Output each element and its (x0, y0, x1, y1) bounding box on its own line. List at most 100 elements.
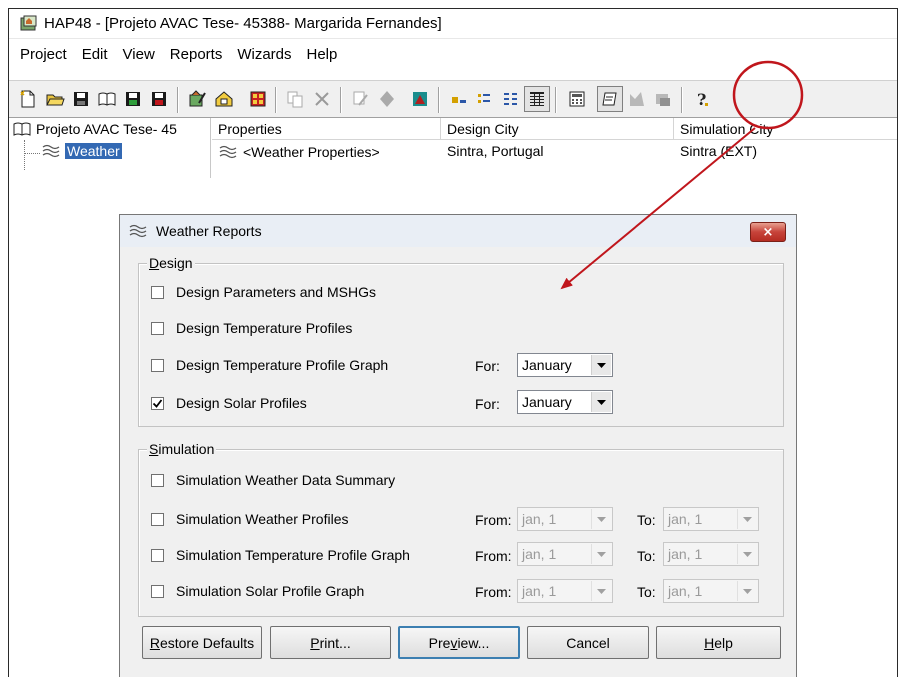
tree-root-item[interactable]: Projeto AVAC Tese- 45 (13, 121, 177, 137)
temperature-graph-from-select[interactable]: jan, 1 (517, 542, 613, 566)
toolbar: ? (9, 80, 897, 118)
checkbox-box[interactable] (151, 548, 164, 562)
toolbar-separator (438, 87, 440, 113)
list-view-icon[interactable] (498, 86, 524, 112)
checkbox-label: Design Temperature Profiles (176, 320, 353, 336)
menu-edit[interactable]: Edit (82, 46, 108, 63)
view-report-icon[interactable] (650, 86, 676, 112)
menu-reports[interactable]: Reports (170, 46, 223, 63)
large-icons-icon[interactable] (446, 86, 472, 112)
tree-item-weather[interactable]: Weather (41, 142, 122, 160)
system-design-icon[interactable] (407, 86, 433, 112)
checkbox-box[interactable] (151, 321, 164, 335)
save-icon[interactable] (68, 86, 94, 112)
copy-icon[interactable] (282, 86, 308, 112)
checkbox-box[interactable] (151, 396, 164, 410)
menu-wizards[interactable]: Wizards (237, 46, 291, 63)
print-button[interactable]: Print... (270, 626, 391, 659)
for-label: For: (475, 358, 500, 374)
checkbox-box[interactable] (151, 512, 164, 526)
simulation-weather-profiles-checkbox[interactable]: Simulation Weather Profiles (151, 511, 348, 527)
details-view-icon[interactable] (524, 86, 550, 112)
combo-value: jan, 1 (522, 583, 557, 599)
edit-item-icon[interactable] (184, 86, 210, 112)
to-label: To: (637, 548, 656, 564)
book-icon (13, 122, 31, 136)
chevron-down-icon[interactable] (737, 544, 757, 564)
checkbox-label: Design Temperature Profile Graph (176, 357, 389, 373)
design-temperature-profiles-checkbox[interactable]: Design Temperature Profiles (151, 320, 352, 336)
dialog-title: Weather Reports (156, 223, 262, 239)
chevron-down-icon[interactable] (591, 544, 611, 564)
open-project-icon[interactable] (42, 86, 68, 112)
checkbox-box[interactable] (151, 584, 164, 598)
column-header-design-city[interactable]: Design City (441, 118, 674, 140)
simulation-solar-profile-graph-checkbox[interactable]: Simulation Solar Profile Graph (151, 583, 364, 599)
checkbox-box[interactable] (151, 285, 164, 299)
close-button[interactable]: × (750, 222, 786, 242)
menu-help[interactable]: Help (307, 46, 338, 63)
solar-graph-to-select[interactable]: jan, 1 (663, 579, 759, 603)
chevron-down-icon[interactable] (737, 581, 757, 601)
menu-view[interactable]: View (123, 46, 155, 63)
toolbar-separator (681, 87, 683, 113)
combo-value: January (522, 394, 572, 410)
solar-graph-from-select[interactable]: jan, 1 (517, 579, 613, 603)
window-title: HAP48 - [Projeto AVAC Tese- 45388- Marga… (44, 15, 442, 32)
tree-root-label: Projeto AVAC Tese- 45 (36, 121, 177, 137)
print-report-icon[interactable] (597, 86, 623, 112)
for-label: For: (475, 396, 500, 412)
new-project-icon[interactable] (15, 86, 41, 112)
checkbox-box[interactable] (151, 473, 164, 487)
column-header-properties[interactable]: Properties (212, 118, 441, 140)
simulation-weather-data-summary-checkbox[interactable]: Simulation Weather Data Summary (151, 472, 395, 488)
archive-icon[interactable] (120, 86, 146, 112)
design-solar-profiles-checkbox[interactable]: Design Solar Profiles (151, 395, 307, 411)
column-header-simulation-city[interactable]: Simulation City (674, 118, 897, 140)
temperature-graph-month-select[interactable]: January (517, 353, 613, 377)
small-icons-icon[interactable] (472, 86, 498, 112)
item-list: Properties Design City Simulation City <… (212, 118, 897, 178)
to-label: To: (637, 584, 656, 600)
restore-defaults-button[interactable]: Restore Defaults (142, 626, 262, 659)
design-parameters-checkbox[interactable]: Design Parameters and MSHGs (151, 284, 376, 300)
solar-profiles-month-select[interactable]: January (517, 390, 613, 414)
home-icon[interactable] (211, 86, 237, 112)
combo-value: jan, 1 (668, 511, 703, 527)
checkbox-label: Simulation Weather Profiles (176, 511, 349, 527)
building-icon[interactable] (245, 86, 271, 112)
preview-button[interactable]: Pre v iew... (398, 626, 520, 659)
properties-icon[interactable] (348, 86, 374, 112)
cancel-button[interactable]: Cancel (527, 626, 649, 659)
combo-value: jan, 1 (668, 546, 703, 562)
chevron-down-icon[interactable] (591, 509, 611, 529)
temperature-graph-to-select[interactable]: jan, 1 (663, 542, 759, 566)
combo-value: jan, 1 (668, 583, 703, 599)
simulation-temperature-profile-graph-checkbox[interactable]: Simulation Temperature Profile Graph (151, 547, 410, 563)
calculator-icon[interactable] (564, 86, 590, 112)
preview-icon[interactable] (624, 86, 650, 112)
weather-profiles-to-select[interactable]: jan, 1 (663, 507, 759, 531)
list-header: Properties Design City Simulation City (212, 118, 897, 140)
chevron-down-icon[interactable] (591, 392, 611, 412)
help-button[interactable]: Help (656, 626, 781, 659)
design-temperature-profile-graph-checkbox[interactable]: Design Temperature Profile Graph (151, 357, 388, 373)
dialog-title-bar: Weather Reports × (120, 215, 796, 247)
menu-project[interactable]: Project (20, 46, 67, 63)
chevron-down-icon[interactable] (591, 581, 611, 601)
save-as-icon[interactable] (146, 86, 172, 112)
delete-icon[interactable] (309, 86, 335, 112)
toolbar-separator (177, 87, 179, 113)
chevron-down-icon[interactable] (591, 355, 611, 375)
checkbox-box[interactable] (151, 358, 164, 372)
tree-connector (24, 153, 40, 154)
chevron-down-icon[interactable] (737, 509, 757, 529)
locate-icon[interactable] (374, 86, 400, 112)
project-library-icon[interactable] (94, 86, 120, 112)
weather-icon (219, 145, 237, 159)
weather-profiles-from-select[interactable]: jan, 1 (517, 507, 613, 531)
simulation-group-legend: Simulation (147, 441, 217, 457)
tree-item-weather-label: Weather (65, 143, 122, 159)
list-row-properties[interactable]: <Weather Properties> (218, 143, 380, 161)
help-icon[interactable]: ? (689, 86, 715, 112)
